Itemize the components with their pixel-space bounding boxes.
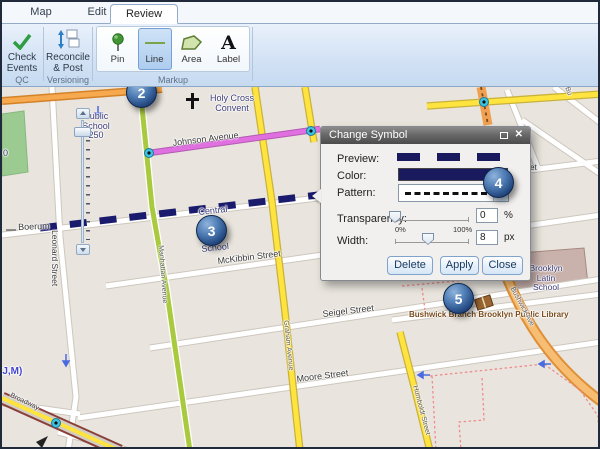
zoom-out-button[interactable] [76, 244, 90, 255]
road-manhattan-avenue [140, 87, 190, 449]
map-zoom-slider[interactable] [74, 108, 92, 255]
ribbon: Check Events QC Reconcile & Post Version… [2, 24, 598, 87]
maximize-icon[interactable] [500, 132, 508, 139]
callout-badge-5: 5 [443, 283, 474, 314]
chevron-up-icon [80, 111, 86, 115]
close-icon[interactable]: ✕ [515, 129, 523, 140]
cross-icon [186, 93, 199, 109]
width-input[interactable]: 8 [476, 230, 498, 245]
callout-badge-3: 3 [196, 215, 227, 246]
transparency-slider-handle[interactable] [389, 211, 401, 223]
zoom-handle[interactable] [74, 127, 91, 137]
group-separator [43, 27, 44, 81]
pattern-sample [399, 185, 493, 201]
transparency-unit: % [504, 210, 513, 221]
line-button[interactable]: Line [138, 28, 172, 70]
check-icon [2, 26, 42, 50]
road-johnson-avenue [149, 129, 320, 153]
road-humboldt-street [400, 332, 430, 449]
callout-badge-4: 4 [483, 167, 514, 198]
reconcile-post-button[interactable]: Reconcile & Post [45, 26, 91, 74]
chevron-down-icon [80, 248, 86, 252]
label-button[interactable]: A Label [212, 28, 246, 70]
apply-button[interactable]: Apply [440, 256, 479, 275]
symbol-preview [397, 153, 500, 161]
width-unit: px [504, 232, 515, 243]
group-label-qc: QC [2, 75, 42, 85]
pin-button[interactable]: Pin [101, 28, 135, 70]
group-separator [252, 27, 253, 81]
park-area [2, 111, 28, 176]
area-button[interactable]: Area [175, 28, 209, 70]
transparency-input[interactable]: 0 [476, 208, 498, 223]
transparency-slider[interactable] [395, 215, 469, 223]
color-label: Color: [337, 170, 366, 182]
check-events-button[interactable]: Check Events [2, 26, 42, 74]
zoom-ticks [86, 140, 90, 240]
group-label-versioning: Versioning [45, 75, 91, 85]
delete-button[interactable]: Delete [387, 256, 433, 275]
close-button[interactable]: Close [482, 256, 523, 275]
line-icon [139, 32, 171, 54]
transit-arrow-icon [36, 436, 48, 448]
zoom-in-button[interactable] [76, 108, 90, 119]
pattern-label: Pattern: [337, 187, 376, 199]
reconcile-icon [45, 26, 91, 50]
group-label-markup: Markup [96, 75, 250, 85]
group-separator [92, 27, 93, 81]
road-seigel-street [150, 279, 598, 348]
road-moore-street [78, 342, 598, 418]
change-symbol-dialog: Change Symbol ✕ Preview: Color: Pattern:… [320, 126, 531, 281]
dialog-title: Change Symbol [321, 127, 530, 144]
tab-review[interactable]: Review [110, 4, 178, 24]
width-slider-handle[interactable] [422, 233, 434, 245]
pushpin-icon [102, 32, 134, 54]
transparency-max: 100% [453, 225, 472, 234]
app-window: Public School 250 Holy Cross Convent Joh… [0, 0, 600, 449]
road-broadway [2, 398, 120, 449]
dialog-callout-pointer [312, 189, 321, 203]
letter-a-icon: A [221, 34, 236, 53]
polygon-icon [176, 32, 208, 54]
ribbon-tab-bar: Map Edit Review [2, 2, 598, 24]
zoom-track[interactable] [81, 120, 84, 243]
width-label: Width: [337, 235, 368, 247]
preview-label: Preview: [337, 153, 379, 165]
tab-map[interactable]: Map [20, 6, 62, 18]
transparency-min: 0% [395, 225, 406, 234]
markup-panel: Pin Line Area A Label [96, 26, 250, 72]
